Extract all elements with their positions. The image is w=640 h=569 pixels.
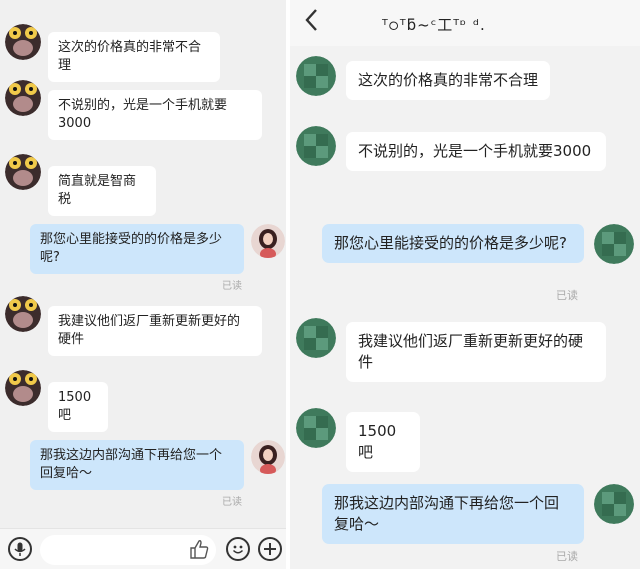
message-text: 我建议他们返厂重新更新更好的硬件 (58, 314, 241, 347)
message-text: 那我这边内部沟通下再给您一个回复哈～ (40, 448, 223, 481)
outgoing-message[interactable]: 那我这边内部沟通下再给您一个回复哈～ (322, 484, 584, 544)
read-status: 已读 (222, 281, 242, 292)
incoming-message[interactable]: 不说别的，光是一个手机就要3000 (48, 90, 262, 140)
back-chevron-icon[interactable] (304, 8, 318, 39)
incoming-message[interactable]: 1500吧 (48, 382, 108, 432)
contact-avatar[interactable] (296, 318, 336, 358)
thumbs-up-icon[interactable] (188, 538, 210, 560)
outgoing-message[interactable]: 那您心里能接受的的价格是多少呢? (322, 224, 584, 263)
contact-avatar[interactable] (5, 24, 41, 60)
plus-icon[interactable] (258, 537, 282, 561)
my-avatar[interactable] (594, 484, 634, 524)
message-text: 不说别的，光是一个手机就要3000 (58, 98, 228, 131)
outgoing-message[interactable]: 那我这边内部沟通下再给您一个回复哈～ (30, 440, 244, 490)
contact-avatar[interactable] (5, 370, 41, 406)
incoming-message[interactable]: 这次的价格真的非常不合理 (346, 61, 550, 100)
outgoing-message[interactable]: 那您心里能接受的的价格是多少呢? (30, 224, 244, 274)
message-text: 我建议他们返厂重新更新更好的硬件 (358, 332, 584, 371)
right-chat-screen: ᵀ੦ᵀƃ~ᶜ工ᵀᶛ ᵈ. 这次的价格真的非常不合理 不说别的，光是一个手机就要3… (290, 0, 640, 569)
incoming-message[interactable]: 1500吧 (346, 412, 420, 472)
read-status: 已读 (556, 550, 578, 563)
message-text: 那我这边内部沟通下再给您一个回复哈～ (334, 494, 560, 533)
message-text: 1500吧 (58, 390, 92, 423)
contact-avatar[interactable] (5, 296, 41, 332)
message-text: 不说别的，光是一个手机就要3000 (358, 142, 592, 160)
my-avatar[interactable] (251, 224, 285, 258)
my-avatar[interactable] (251, 440, 285, 474)
incoming-message[interactable]: 这次的价格真的非常不合理 (48, 32, 220, 82)
chat-header: ᵀ੦ᵀƃ~ᶜ工ᵀᶛ ᵈ. (290, 0, 640, 46)
message-text: 这次的价格真的非常不合理 (58, 40, 202, 73)
incoming-message[interactable]: 简直就是智商税 (48, 166, 156, 216)
contact-avatar[interactable] (5, 154, 41, 190)
my-avatar[interactable] (594, 224, 634, 264)
message-text: 1500吧 (358, 422, 397, 461)
smile-icon[interactable] (226, 537, 250, 561)
contact-avatar[interactable] (5, 80, 41, 116)
message-text: 简直就是智商税 (58, 174, 137, 207)
message-text: 这次的价格真的非常不合理 (358, 71, 539, 89)
contact-avatar[interactable] (296, 408, 336, 448)
message-text: 那您心里能接受的的价格是多少呢? (40, 232, 223, 265)
contact-avatar[interactable] (296, 126, 336, 166)
chat-title: ᵀ੦ᵀƃ~ᶜ工ᵀᶛ ᵈ. (382, 16, 486, 34)
mic-icon[interactable] (8, 537, 32, 561)
message-input-bar (0, 528, 286, 569)
incoming-message[interactable]: 不说别的，光是一个手机就要3000 (346, 132, 606, 171)
read-status: 已读 (556, 289, 578, 302)
contact-avatar[interactable] (296, 56, 336, 96)
left-chat-screen: 这次的价格真的非常不合理 不说别的，光是一个手机就要3000 简直就是智商税 那… (0, 0, 286, 569)
message-text: 那您心里能接受的的价格是多少呢? (334, 234, 567, 252)
incoming-message[interactable]: 我建议他们返厂重新更新更好的硬件 (346, 322, 606, 382)
incoming-message[interactable]: 我建议他们返厂重新更新更好的硬件 (48, 306, 262, 356)
read-status: 已读 (222, 497, 242, 508)
